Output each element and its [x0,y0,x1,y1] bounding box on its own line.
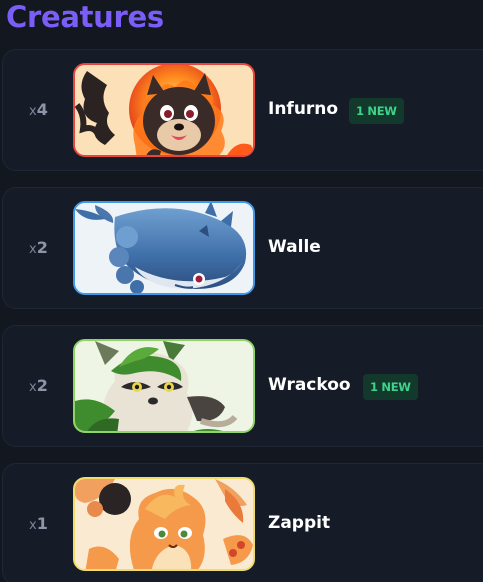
creature-name: Walle [268,237,321,257]
creature-count: x2 [29,238,48,257]
creature-name: Zappit [268,513,331,533]
section-title: Creatures [6,0,164,34]
creature-card-zappit[interactable]: x1 Zappit [2,463,483,582]
creatures-panel: Creatures x4 Infurno 1 NEW x2 Walle x2 W… [0,0,483,582]
raccoon-creature-portrait [73,339,255,433]
creature-card-wrackoo[interactable]: x2 Wrackoo 1 NEW [2,325,483,447]
creature-name: Wrackoo [268,375,351,395]
fire-creature-portrait [73,63,255,157]
creature-count: x4 [29,100,48,119]
creature-count: x2 [29,376,48,395]
new-badge: 1 NEW [349,98,404,124]
creature-name: Infurno [268,99,339,119]
creature-card-walle[interactable]: x2 Walle [2,187,483,309]
electric-rabbit-creature-portrait [73,477,255,571]
creature-card-infurno[interactable]: x4 Infurno 1 NEW [2,49,483,171]
new-badge: 1 NEW [363,374,418,400]
creature-count: x1 [29,514,48,533]
whale-creature-portrait [73,201,255,295]
